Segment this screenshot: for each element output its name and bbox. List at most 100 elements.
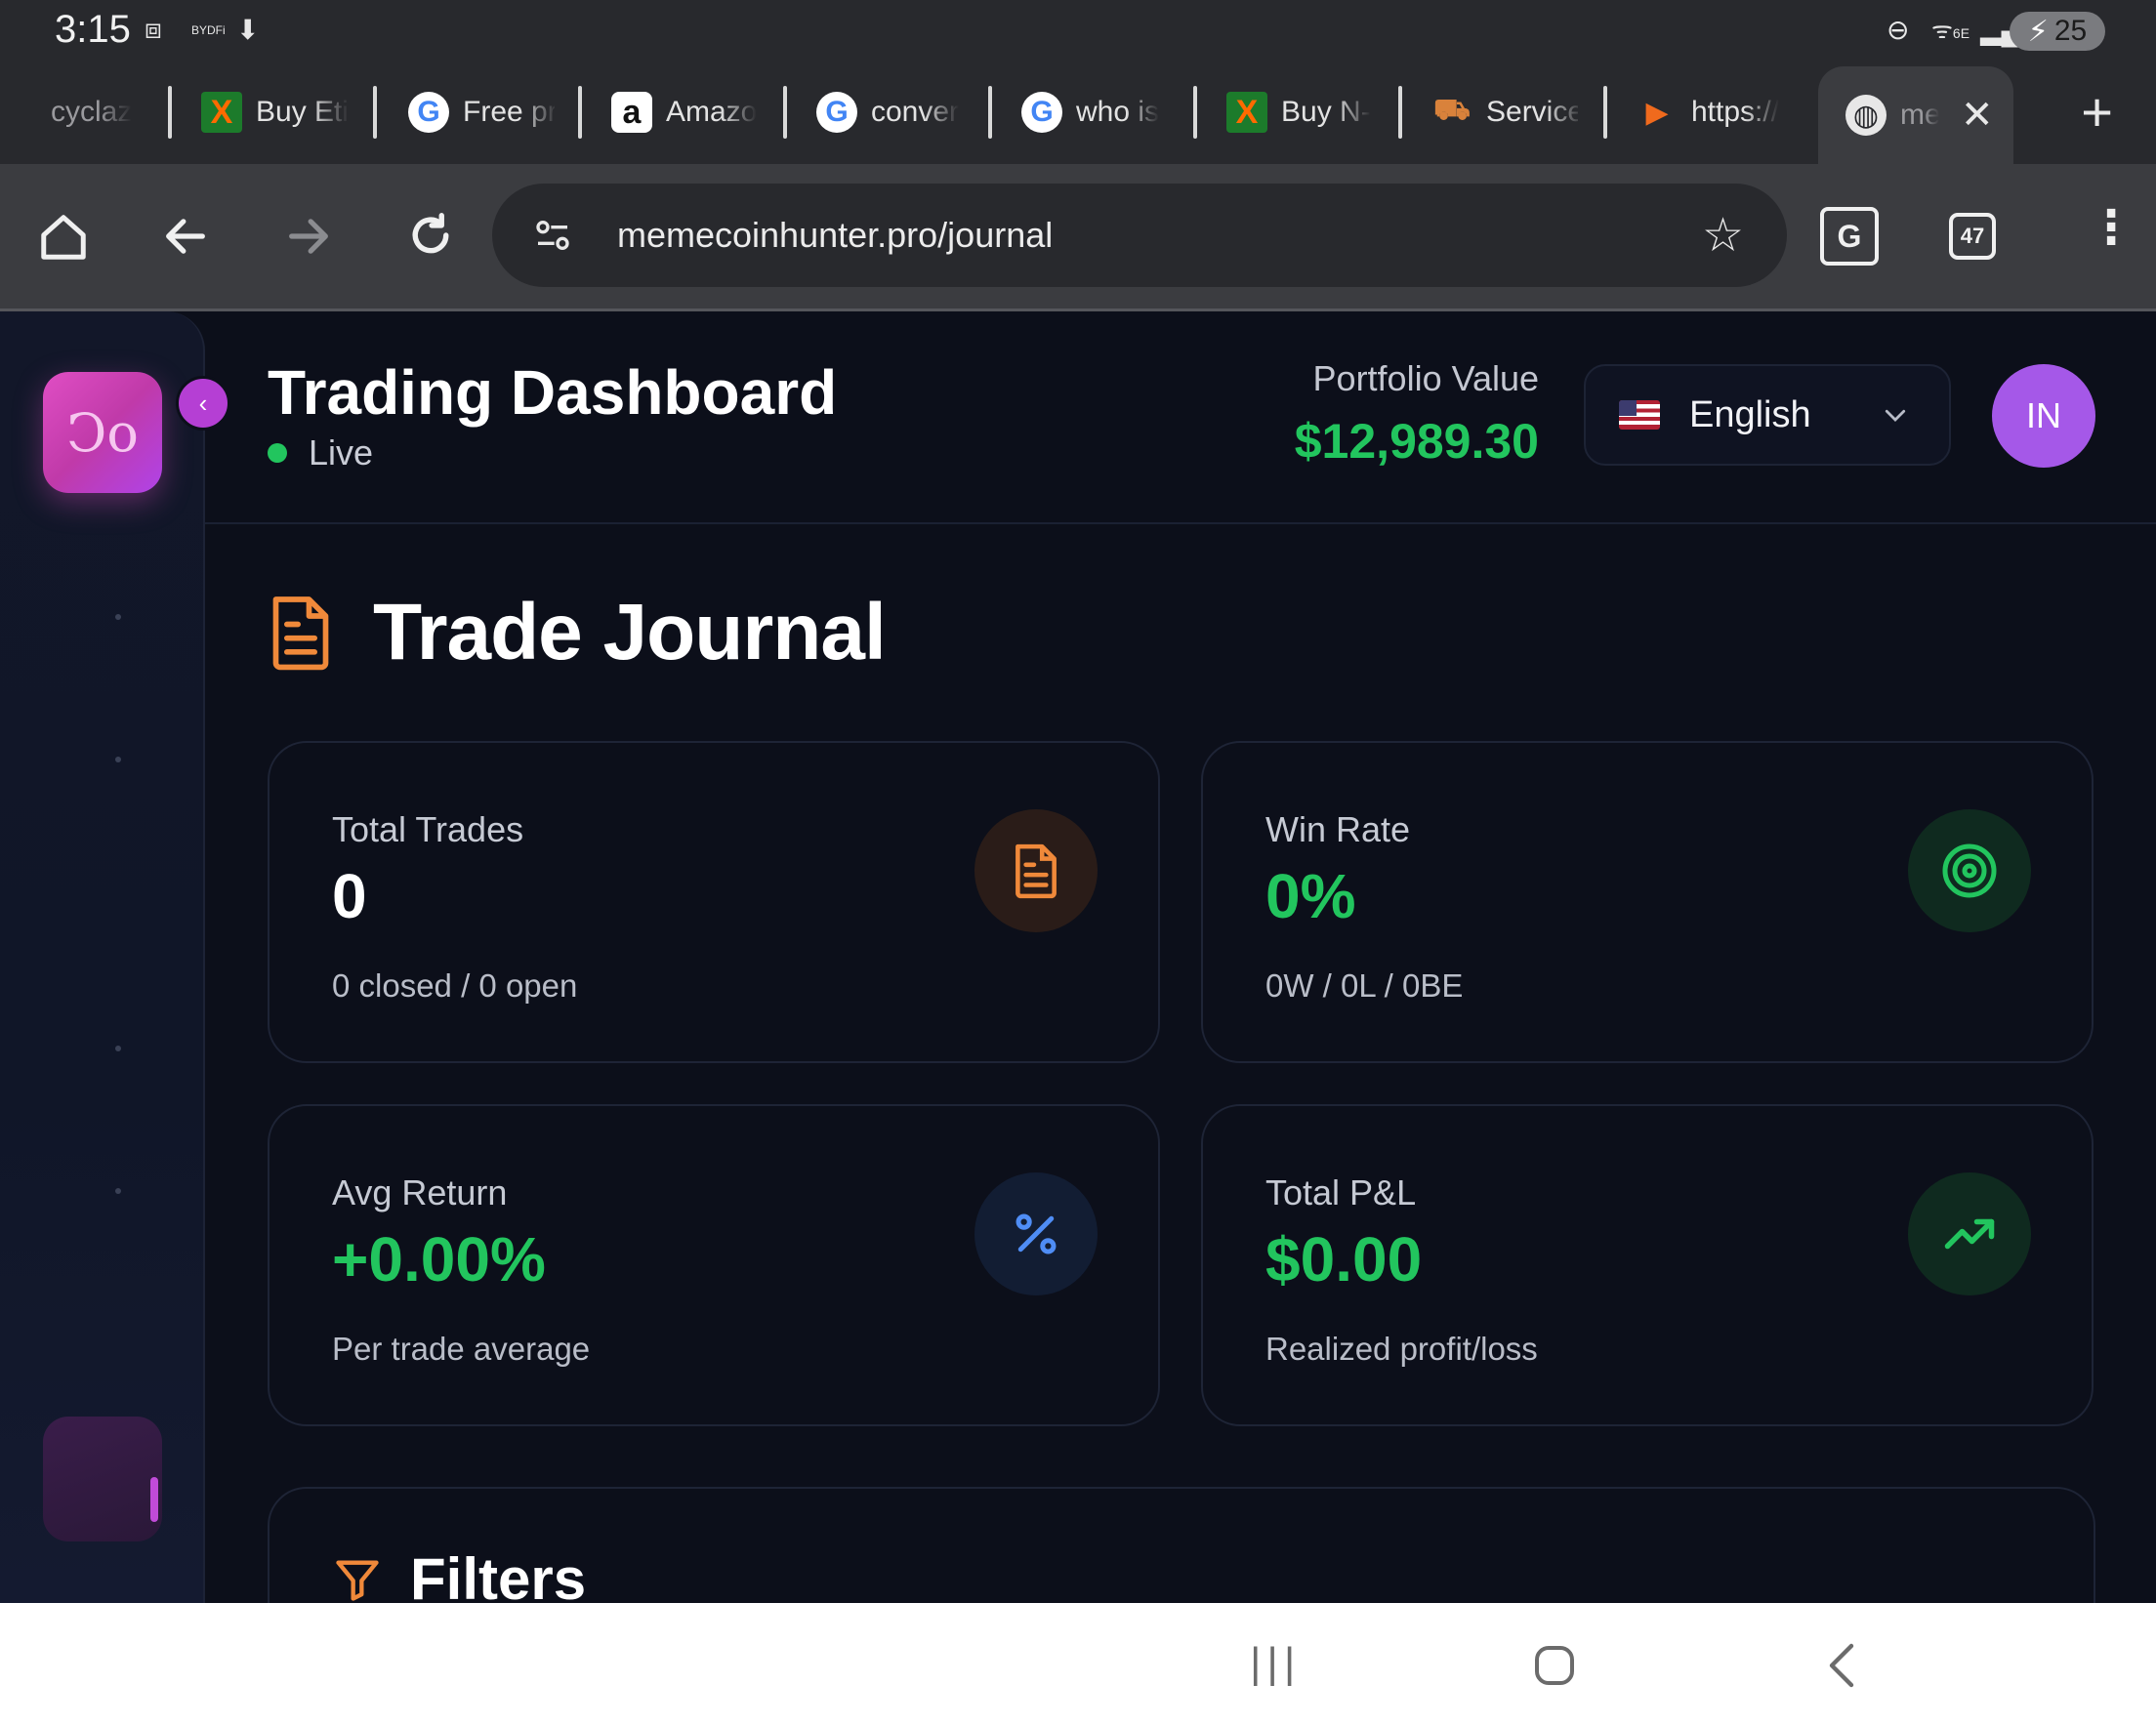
back-nav-icon[interactable] (1822, 1642, 1861, 1689)
filters-title: Filters (410, 1546, 587, 1603)
percent-icon (974, 1172, 1098, 1295)
live-label: Live (309, 432, 374, 473)
x-icon: X (1226, 92, 1267, 133)
tab-3[interactable]: a Amazo (611, 78, 758, 146)
document-icon (974, 809, 1098, 932)
bookmark-star-icon[interactable]: ☆ (1702, 208, 1744, 263)
stat-card-avg-return: Avg Return +0.00% Per trade average (268, 1104, 1160, 1426)
stat-card-total-pnl: Total P&L $0.00 Realized profit/loss (1201, 1104, 2094, 1426)
tab-8[interactable]: ▶ https:// (1637, 78, 1783, 146)
back-arrow-icon[interactable] (160, 211, 211, 262)
avatar-initials: IN (2026, 395, 2061, 435)
truck-icon: ⛟ (1433, 94, 1471, 126)
x-icon: X (201, 92, 242, 133)
tab-4[interactable]: G conver (816, 78, 963, 146)
tab-6[interactable]: X Buy N- (1226, 78, 1373, 146)
battery-indicator: ⚡ 25 (2010, 12, 2105, 51)
tab-divider (1193, 86, 1197, 139)
sidebar-item[interactable] (115, 1046, 121, 1051)
status-time: 3:15 (55, 8, 131, 51)
active-indicator (150, 1477, 158, 1522)
top-header: Trading Dashboard Live Portfolio Value $… (205, 311, 2156, 524)
tab-divider (1603, 86, 1607, 139)
filters-panel: Filters (268, 1487, 2095, 1603)
charging-icon: ⚡ (2027, 15, 2049, 48)
tab-title: cyclaz (51, 96, 133, 128)
tab-5[interactable]: G who is (1021, 78, 1168, 146)
tab-title: who is (1076, 96, 1160, 128)
app-logo[interactable]: Ͻo (43, 372, 162, 493)
page-title: Trading Dashboard (268, 357, 838, 428)
tab-title: Buy N- (1281, 96, 1371, 128)
orange-icon: ▶ (1645, 96, 1669, 129)
close-tab-icon[interactable]: ✕ (1961, 93, 1994, 138)
card-subtext: 0 closed / 0 open (332, 967, 578, 1004)
tab-title: https:// (1691, 96, 1780, 128)
tab-divider (168, 86, 172, 139)
translate-icon[interactable]: G (1820, 207, 1879, 266)
url-text: memecoinhunter.pro/journal (617, 215, 1054, 255)
dnd-icon: ⊖ (1886, 15, 1910, 45)
google-icon: G (1021, 92, 1062, 133)
trending-up-icon (1908, 1172, 2031, 1295)
battery-level: 25 (2053, 15, 2088, 47)
screenshot-icon: ⧈ (145, 14, 162, 44)
download-icon: ⬇ (236, 15, 260, 45)
google-icon: G (408, 92, 449, 133)
system-nav-bar: ||| (0, 1603, 2156, 1726)
globe-icon: ◍ (1845, 95, 1886, 136)
tab-title: conver (871, 96, 960, 128)
app-content: Ͻo ‹ Trading Dashboard Live Portfolio Va… (0, 311, 2156, 1603)
card-label: Win Rate (1265, 809, 1411, 849)
home-nav-icon[interactable] (1531, 1642, 1578, 1689)
tab-2[interactable]: G Free pr (408, 78, 555, 146)
tab-9-active[interactable]: ◍ me ✕ (1818, 66, 2013, 164)
language-label: English (1689, 393, 1811, 435)
app-notification-icon: BYDFi (191, 23, 226, 37)
collapse-sidebar-button[interactable]: ‹ (176, 376, 230, 431)
live-status: Live (268, 432, 373, 473)
site-settings-icon[interactable] (533, 216, 572, 255)
tab-divider (988, 86, 992, 139)
tab-7[interactable]: ⛟ Service (1431, 78, 1578, 146)
portfolio-label: Portfolio Value (1312, 358, 1539, 398)
forward-arrow-icon[interactable] (283, 211, 334, 262)
reload-icon[interactable] (404, 209, 457, 262)
status-bar: 3:15 ⧈ BYDFi ⬇ ⊖ ᯤ6E ▂▄▆ ⚡ 25 (0, 0, 2156, 61)
sidebar-bottom-item[interactable] (43, 1417, 162, 1541)
more-menu-icon[interactable]: ⋮ (2088, 205, 2135, 252)
wifi-icon: ᯤ6E (1931, 18, 1970, 44)
new-tab-button[interactable]: + (2081, 80, 2113, 144)
language-selector[interactable]: English (1584, 364, 1951, 466)
sidebar-item[interactable] (115, 614, 121, 620)
tab-divider (783, 86, 787, 139)
chevron-down-icon (1885, 409, 1906, 422)
tab-title: Amazo (666, 96, 758, 128)
tab-1[interactable]: X Buy Eti (201, 78, 348, 146)
filter-icon (336, 1560, 379, 1601)
tab-title: Service (1486, 96, 1578, 128)
tab-title: me (1900, 99, 1941, 131)
recent-apps-icon[interactable]: ||| (1250, 1642, 1301, 1685)
portfolio-value: $12,989.30 (1294, 414, 1539, 469)
card-value: +0.00% (332, 1224, 546, 1294)
document-icon (272, 596, 329, 671)
tab-strip: cyclaz X Buy Eti G Free pr a Amazo G con… (0, 61, 2156, 164)
home-icon[interactable] (37, 211, 90, 264)
tab-0[interactable]: cyclaz (51, 78, 139, 146)
card-subtext: Per trade average (332, 1331, 591, 1367)
user-avatar[interactable]: IN (1992, 364, 2095, 468)
sidebar-item[interactable] (115, 757, 121, 762)
sidebar-item[interactable] (115, 1188, 121, 1194)
amazon-icon: a (611, 92, 652, 133)
tab-switcher-button[interactable]: 47 (1949, 213, 1996, 260)
tab-title: Free pr (463, 96, 555, 128)
address-bar[interactable]: memecoinhunter.pro/journal ☆ (492, 184, 1787, 287)
target-icon (1908, 809, 2031, 932)
card-value: 0% (1265, 861, 1356, 931)
tab-count: 47 (1960, 224, 1985, 248)
card-label: Total Trades (332, 809, 524, 849)
journal-header: Trade Journal (268, 587, 887, 678)
tab-divider (373, 86, 377, 139)
us-flag-icon (1619, 400, 1660, 430)
